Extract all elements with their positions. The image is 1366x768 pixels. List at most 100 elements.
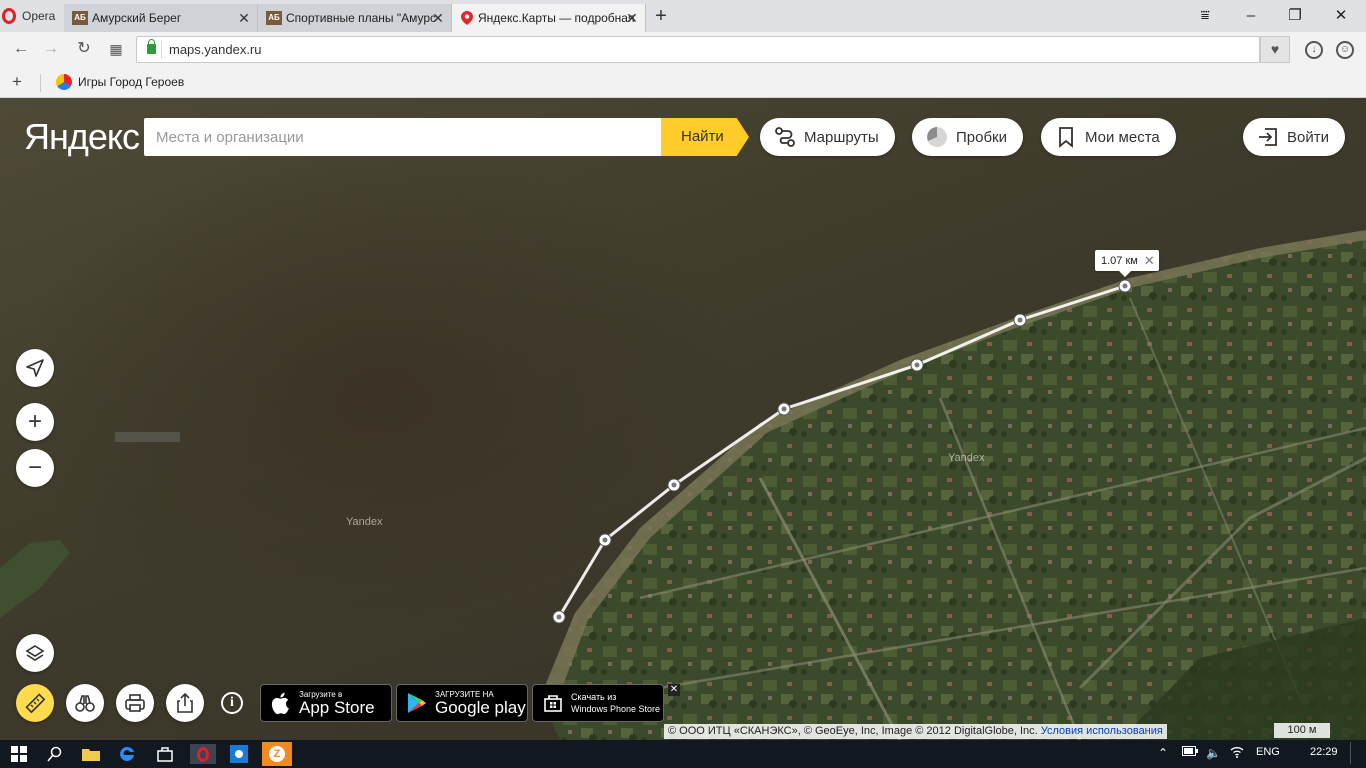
scale-label: 100 м (1287, 724, 1317, 736)
volume-icon[interactable]: 🔈 (1206, 746, 1221, 760)
appstore-text: Загрузите в App Store (299, 690, 375, 717)
close-icon[interactable]: ✕ (1144, 253, 1155, 269)
browser-tab-bar: Opera АБ Амурский Берег ✕ АБ Спортивные … (0, 0, 1366, 32)
traffic-label: Пробки (956, 128, 1007, 146)
game-ball-icon (56, 74, 72, 90)
yandex-logo[interactable]: Яндекс (24, 116, 140, 158)
share-icon (177, 692, 193, 713)
map-canvas[interactable]: Yandex Yandex (0, 98, 1366, 740)
search-input[interactable] (144, 118, 662, 156)
panorama-button[interactable] (66, 684, 104, 722)
edge-browser-icon[interactable] (116, 744, 138, 764)
search-icon[interactable] (44, 744, 66, 764)
user-profile-icon[interactable]: ☺ (1336, 41, 1354, 59)
bookmarks-bar: + Игры Город Героев (0, 68, 1366, 98)
windows-store-icon (544, 695, 562, 712)
close-icon[interactable]: ✕ (237, 10, 251, 27)
login-button[interactable]: Войти (1243, 118, 1345, 156)
map-scale: 100 м (1274, 723, 1330, 738)
map-watermark: Yandex (948, 452, 985, 464)
browser-nav-bar: ← → ↻ ▦ maps.yandex.ru ♥ ↓ ☺ (0, 32, 1366, 68)
close-icon[interactable]: ✕ (431, 10, 445, 27)
tab-amursky-bereg[interactable]: АБ Амурский Берег ✕ (64, 4, 258, 32)
windows-store-badge[interactable]: Скачать из Windows Phone Store (532, 684, 664, 722)
tab-label: Спортивные планы "Амурс (286, 11, 437, 25)
routes-label: Маршруты (804, 128, 879, 146)
map-copyright: © ООО ИТЦ «СКАНЭКС», © GeoEye, Inc, Imag… (664, 724, 1167, 739)
tab-menu-icon[interactable]: ⩸ (1182, 4, 1228, 28)
url-text: maps.yandex.ru (169, 42, 262, 57)
share-button[interactable] (166, 684, 204, 722)
minimize-icon[interactable]: – (1228, 4, 1274, 28)
login-icon (1259, 128, 1277, 146)
bookmark-label: Игры Город Героев (78, 75, 185, 89)
tab-label: Амурский Берег (92, 11, 182, 25)
tab-label: Яндекс.Карты — подробная (478, 11, 635, 25)
google-play-icon (408, 693, 426, 713)
my-places-button[interactable]: Мои места (1041, 118, 1176, 156)
layers-icon (25, 645, 45, 661)
geolocation-button[interactable] (16, 349, 54, 387)
file-explorer-icon[interactable] (80, 744, 102, 764)
tray-chevron-icon[interactable]: ⌃ (1158, 746, 1168, 760)
tab-sport-plans[interactable]: АБ Спортивные планы "Амурс ✕ (258, 4, 452, 32)
restore-icon[interactable]: ❐ (1272, 4, 1318, 28)
opera-menu-button[interactable]: Opera (0, 0, 62, 32)
find-button[interactable]: Найти (661, 118, 749, 156)
distance-label: 1.07 км ✕ (1095, 250, 1159, 277)
back-arrow-icon[interactable]: ← (10, 38, 32, 60)
traffic-light-icon (927, 127, 947, 147)
appstore-big: App Store (299, 697, 375, 717)
address-bar[interactable]: maps.yandex.ru (136, 36, 1260, 63)
windows-store-small: Скачать из (571, 692, 617, 702)
zoom-out-button[interactable]: − (16, 449, 54, 487)
windows-store-text: Скачать из Windows Phone Store (571, 691, 660, 715)
window-close-icon[interactable]: ✕ (1318, 4, 1364, 28)
traffic-button[interactable]: Пробки (912, 118, 1023, 156)
terms-link[interactable]: Условия использования (1041, 725, 1163, 737)
ruler-button[interactable] (16, 684, 54, 722)
store-bag-icon[interactable] (154, 744, 176, 764)
battery-icon[interactable] (1182, 746, 1198, 759)
windows-start-icon[interactable] (8, 744, 30, 764)
googleplay-big: Google play (435, 697, 526, 717)
tab-favicon: АБ (266, 11, 282, 25)
download-icon[interactable]: ↓ (1305, 41, 1323, 59)
opera-taskbar-icon[interactable] (190, 744, 216, 764)
apple-icon (271, 692, 289, 715)
add-bookmark-plus-icon[interactable]: + (12, 72, 22, 92)
wifi-icon[interactable] (1230, 746, 1244, 761)
layers-button[interactable] (16, 634, 54, 672)
appstore-badge[interactable]: Загрузите в App Store (260, 684, 392, 722)
new-tab-plus-icon[interactable]: + (652, 5, 670, 28)
url-separator (161, 41, 162, 59)
close-icon[interactable]: ✕ (668, 684, 680, 696)
print-button[interactable] (116, 684, 154, 722)
language-indicator[interactable]: ENG (1256, 746, 1280, 758)
bookmark-item[interactable]: Игры Город Героев (56, 74, 184, 90)
search-box[interactable] (144, 118, 662, 156)
show-desktop-strip[interactable] (1350, 742, 1351, 764)
routes-button[interactable]: Маршруты (760, 118, 895, 156)
speed-dial-grid-icon[interactable]: ▦ (105, 38, 127, 60)
printer-icon (125, 694, 145, 712)
heart-icon[interactable]: ♥ (1260, 36, 1290, 63)
satellite-terrain (0, 230, 1366, 740)
location-arrow-icon (26, 359, 44, 377)
plus-icon: + (27, 408, 42, 435)
map-pin-icon (460, 11, 474, 25)
zoom-in-button[interactable]: + (16, 403, 54, 441)
windows-taskbar: Z ⌃ 🔈 ENG 22:29 (0, 740, 1366, 768)
close-icon[interactable]: ✕ (625, 10, 639, 27)
lock-icon (147, 39, 156, 54)
clock[interactable]: 22:29 (1310, 746, 1338, 758)
reload-icon[interactable]: ↻ (73, 38, 95, 60)
forward-arrow-icon[interactable]: → (40, 38, 62, 60)
ruler-icon (25, 693, 46, 714)
googleplay-badge[interactable]: ЗАГРУЗИТЕ НА Google play (396, 684, 528, 722)
bookmarks-separator (40, 74, 41, 92)
chat-app-icon[interactable]: Z (262, 742, 292, 766)
tab-yandex-maps[interactable]: Яндекс.Карты — подробная ✕ (452, 4, 646, 32)
weather-app-icon[interactable] (228, 744, 250, 764)
info-icon[interactable]: i (221, 692, 243, 714)
